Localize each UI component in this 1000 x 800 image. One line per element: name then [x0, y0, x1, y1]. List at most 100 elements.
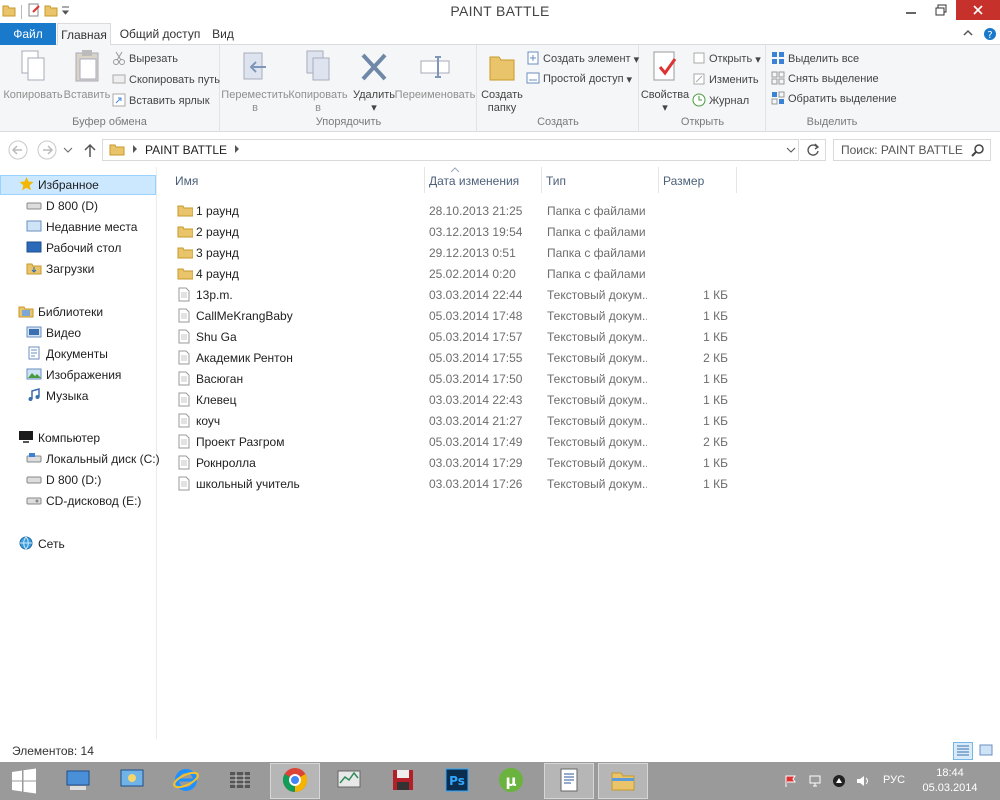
taskbar-app-save[interactable] [378, 763, 428, 799]
tray-flag-icon[interactable] [782, 762, 800, 800]
taskbar-app-control-panel[interactable] [107, 763, 157, 799]
properties-button[interactable]: Свойства ▾ [641, 47, 689, 115]
tab-file[interactable]: Файл [0, 23, 56, 45]
nav-video[interactable]: Видео [26, 323, 81, 343]
taskbar-app-task-manager[interactable] [324, 763, 374, 799]
column-separator[interactable] [424, 167, 425, 193]
nav-drive-d[interactable]: D 800 (D:) [26, 470, 101, 490]
taskbar-app-internet-explorer[interactable] [161, 763, 211, 799]
address-dropdown-button[interactable] [783, 139, 799, 161]
start-button[interactable] [4, 765, 44, 799]
open-button[interactable]: Открыть ▾ [692, 50, 761, 68]
file-row[interactable]: коуч 03.03.2014 21:27 Текстовый докум... 1 … [172, 410, 762, 431]
file-row[interactable]: Клевец 03.03.2014 22:43 Текстовый докум...… [172, 389, 762, 410]
copy-button[interactable]: Копировать [3, 47, 63, 102]
file-row[interactable]: CallMeKrangBaby 05.03.2014 17:48 Текстовый… [172, 305, 762, 326]
nav-pictures[interactable]: Изображения [26, 365, 121, 385]
file-row[interactable]: школьный учитель 03.03.2014 17:26 Текстовы… [172, 473, 762, 494]
new-folder-label-1: Создать [481, 89, 523, 101]
tray-connection-icon[interactable] [806, 762, 824, 800]
edit-button[interactable]: Изменить [692, 71, 759, 89]
nav-network[interactable]: Сеть [18, 534, 65, 554]
column-header-name[interactable]: Имя [175, 174, 198, 188]
file-row[interactable]: 3 раунд 29.12.2013 0:51 Папка с файлами [172, 242, 762, 263]
taskbar-app-network-settings[interactable] [53, 763, 103, 799]
tab-share[interactable]: Общий доступ [117, 23, 203, 46]
keyboard-language[interactable]: РУС [883, 774, 905, 786]
file-row[interactable]: 13p.m. 03.03.2014 22:44 Текстовый докум...… [172, 284, 762, 305]
file-row[interactable]: 4 раунд 25.02.2014 0:20 Папка с файлами [172, 263, 762, 284]
file-row[interactable]: Проект Разгром 05.03.2014 17:49 Текстовый … [172, 431, 762, 452]
breadcrumb-current[interactable]: PAINT BATTLE [145, 143, 227, 157]
search-icon[interactable] [971, 143, 985, 160]
taskbar-app-utorrent[interactable]: µ [486, 763, 536, 799]
nav-documents[interactable]: Документы [26, 344, 108, 364]
file-row[interactable]: Shu Ga 05.03.2014 17:57 Текстовый докум...… [172, 326, 762, 347]
nav-libraries[interactable]: Библиотеки [18, 302, 103, 322]
file-row[interactable]: Академик Рентон 05.03.2014 17:55 Текстовый… [172, 347, 762, 368]
nav-downloads[interactable]: Загрузки [26, 259, 94, 279]
forward-button[interactable] [37, 140, 57, 163]
refresh-button[interactable] [800, 139, 826, 161]
file-size: 1 КБ [703, 414, 728, 428]
tab-view[interactable]: Вид [206, 23, 240, 46]
taskbar-app-media[interactable] [215, 763, 265, 799]
taskbar-app-photoshop[interactable]: Ps [432, 763, 482, 799]
copy-to-button[interactable]: Копировать в [287, 47, 349, 115]
help-icon[interactable]: ? [983, 27, 997, 44]
column-header-size[interactable]: Размер [663, 174, 704, 188]
taskbar-app-chrome[interactable] [270, 763, 320, 799]
close-button[interactable] [956, 0, 1000, 20]
address-bar[interactable]: PAINT BATTLE [102, 139, 799, 161]
back-button[interactable] [8, 140, 28, 163]
taskbar-app-word-document[interactable] [544, 763, 594, 799]
nav-local-disk-c[interactable]: Локальный диск (C:) [26, 449, 160, 469]
nav-favorites[interactable]: Избранное [0, 175, 156, 195]
recent-locations-icon[interactable] [63, 144, 73, 158]
computer-icon [18, 430, 34, 447]
file-row[interactable]: Васюган 05.03.2014 17:50 Текстовый докум..… [172, 368, 762, 389]
tray-app-icon[interactable] [830, 762, 848, 800]
minimize-button[interactable] [896, 0, 926, 20]
file-row[interactable]: 1 раунд 28.10.2013 21:25 Папка с файлами [172, 200, 762, 221]
paste-shortcut-button[interactable]: Вставить ярлык [112, 92, 210, 110]
nav-computer[interactable]: Компьютер [18, 428, 100, 448]
delete-button[interactable]: Удалить ▾ [351, 47, 397, 115]
rename-button[interactable]: Переименовать [395, 47, 475, 102]
large-icons-view-button[interactable] [976, 742, 996, 760]
copy-path-button[interactable]: Скопировать путь [112, 71, 220, 89]
collapse-ribbon-icon[interactable] [962, 27, 974, 42]
column-header-date[interactable]: Дата изменения [429, 174, 519, 188]
details-view-button[interactable] [953, 742, 973, 760]
move-to-button[interactable]: Переместить в [221, 47, 289, 115]
network-icon [18, 536, 34, 553]
nav-desktop[interactable]: Рабочий стол [26, 238, 121, 258]
easy-access-button[interactable]: Простой доступ ▾ [526, 70, 632, 88]
select-all-button[interactable]: Выделить все [771, 50, 859, 68]
column-separator[interactable] [658, 167, 659, 193]
nav-music[interactable]: Музыка [26, 386, 88, 406]
file-row[interactable]: Рокнролла 03.03.2014 17:29 Текстовый докум… [172, 452, 762, 473]
volume-icon[interactable] [854, 762, 872, 800]
column-separator[interactable] [736, 167, 737, 193]
search-input[interactable]: Поиск: PAINT BATTLE [833, 139, 991, 161]
up-button[interactable] [83, 142, 97, 161]
nav-recent-places[interactable]: Недавние места [26, 217, 137, 237]
cut-button[interactable]: Вырезать [112, 50, 178, 68]
taskbar-app-file-explorer[interactable] [598, 763, 648, 799]
nav-network-label: Сеть [38, 537, 65, 551]
nav-fav-drive-d[interactable]: D 800 (D) [26, 196, 98, 216]
nav-cd-drive-e[interactable]: CD-дисковод (E:) [26, 491, 141, 511]
clock[interactable]: 18:44 05.03.2014 [915, 766, 985, 796]
paste-button[interactable]: Вставить [62, 47, 112, 102]
select-none-button[interactable]: Снять выделение [771, 70, 879, 88]
new-folder-button[interactable]: Создать папку [480, 47, 524, 115]
tab-home[interactable]: Главная [57, 23, 111, 46]
new-item-button[interactable]: Создать элемент ▾ [526, 50, 639, 68]
file-row[interactable]: 2 раунд 03.12.2013 19:54 Папка с файлами [172, 221, 762, 242]
history-button[interactable]: Журнал [692, 92, 749, 110]
column-separator[interactable] [541, 167, 542, 193]
invert-selection-button[interactable]: Обратить выделение [771, 90, 897, 108]
maximize-button[interactable] [926, 0, 956, 20]
column-header-type[interactable]: Тип [546, 174, 566, 188]
